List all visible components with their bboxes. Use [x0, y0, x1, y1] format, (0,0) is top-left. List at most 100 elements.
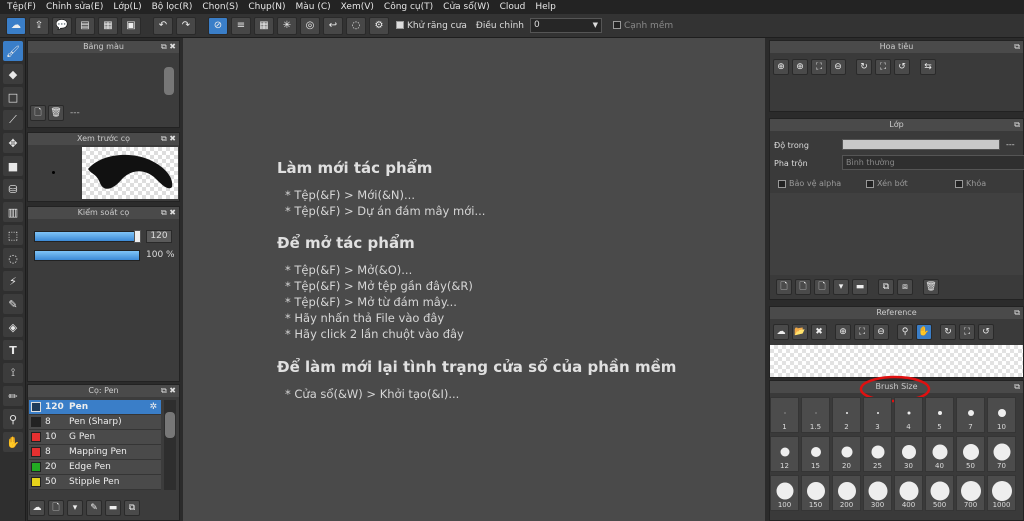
- soft-edge-checkbox[interactable]: Cạnh mềm: [612, 21, 673, 31]
- delete-layer-icon[interactable]: 🗑: [923, 279, 939, 295]
- gradient-tool-icon[interactable]: ▥: [3, 202, 23, 222]
- cloud-icon[interactable]: ☁: [6, 16, 26, 35]
- add-brush-icon[interactable]: ▾: [67, 500, 83, 516]
- cloud-brush-icon[interactable]: ☁: [29, 500, 45, 516]
- magic-wand-tool-icon[interactable]: ⚡: [3, 271, 23, 291]
- menu-help[interactable]: Help: [530, 2, 561, 12]
- brush-size-cell[interactable]: 1.5: [801, 397, 830, 433]
- brush-size-cell[interactable]: 1: [770, 397, 799, 433]
- brush-row-edge-pen[interactable]: 20 Edge Pen: [29, 460, 161, 475]
- add-layer-menu-icon[interactable]: ▾: [833, 279, 849, 295]
- menu-cloud[interactable]: Cloud: [495, 2, 531, 12]
- select-rect-tool-icon[interactable]: ⬚: [3, 225, 23, 245]
- gear-icon[interactable]: ✲: [149, 402, 157, 412]
- redo-icon[interactable]: ↷: [176, 16, 196, 35]
- brush-tool-icon[interactable]: 🖌: [3, 41, 23, 61]
- new-layer-alt-icon[interactable]: 🗋: [795, 279, 811, 295]
- hand-tool-icon[interactable]: ✋: [3, 432, 23, 452]
- hand-select-tool-icon[interactable]: ⟟: [3, 363, 23, 383]
- cloud-reference-icon[interactable]: ☁: [773, 324, 789, 340]
- rotate-icon[interactable]: ↻: [940, 324, 956, 340]
- new-layer-icon[interactable]: 🗋: [776, 279, 792, 295]
- brush-row-pen-sharp[interactable]: 8 Pen (Sharp): [29, 415, 161, 430]
- duplicate-icon[interactable]: ⧉: [124, 500, 140, 516]
- radial-snap-icon[interactable]: ✳: [277, 16, 297, 35]
- brush-size-cell[interactable]: 3: [863, 397, 892, 433]
- brush-opacity-slider[interactable]: [34, 250, 140, 261]
- fit-icon[interactable]: ⛶: [854, 324, 870, 340]
- popout-close-icon[interactable]: ⧉ ✖: [161, 385, 176, 397]
- curve-snap-icon[interactable]: ↩: [323, 16, 343, 35]
- menu-capture[interactable]: Chụp(N): [243, 2, 290, 12]
- menu-layer[interactable]: Lớp(L): [108, 2, 146, 12]
- scroll-thumb[interactable]: [165, 412, 175, 438]
- popout-close-icon[interactable]: ⧉ ✖: [161, 41, 176, 53]
- antialias-checkbox[interactable]: Khử răng cưa: [396, 21, 467, 31]
- brush-row-stipple-pen[interactable]: 50 Stipple Pen: [29, 475, 161, 490]
- clipping-checkbox[interactable]: Xén bớt: [866, 179, 908, 188]
- eyedropper-icon[interactable]: ⚲: [897, 324, 913, 340]
- menu-select[interactable]: Chọn(S): [197, 2, 243, 12]
- new-brush-icon[interactable]: 🗋: [48, 500, 64, 516]
- zoom-in-icon[interactable]: ⊕: [835, 324, 851, 340]
- lock-checkbox[interactable]: Khóa: [955, 179, 986, 188]
- grid-snap-icon[interactable]: ▦: [254, 16, 274, 35]
- brush-size-cell[interactable]: 50: [956, 436, 985, 472]
- brush-size-cell[interactable]: 200: [832, 475, 861, 511]
- bucket-tool-icon[interactable]: ⛁: [3, 179, 23, 199]
- brush-size-handle[interactable]: [134, 230, 141, 243]
- hand-icon[interactable]: ✋: [916, 324, 932, 340]
- pen-icon[interactable]: ✎: [86, 500, 102, 516]
- merge-layer-icon[interactable]: ⧈: [897, 279, 913, 295]
- popout-close-icon[interactable]: ⧉ ✖: [161, 133, 176, 145]
- brush-size-cell[interactable]: 500: [925, 475, 954, 511]
- menu-tools[interactable]: Công cụ(T): [379, 2, 438, 12]
- reset-rotate-icon[interactable]: ⛶: [875, 59, 891, 75]
- brush-size-cell[interactable]: 1000: [987, 475, 1016, 511]
- snap-off-icon[interactable]: ⊘: [208, 16, 228, 35]
- brush-size-cell[interactable]: 300: [863, 475, 892, 511]
- menu-filter[interactable]: Bộ lọc(R): [147, 2, 198, 12]
- duplicate-layer-icon[interactable]: ⧉: [878, 279, 894, 295]
- fit-icon[interactable]: ⛶: [811, 59, 827, 75]
- folder-icon[interactable]: ▬: [105, 500, 121, 516]
- brush-size-slider[interactable]: [34, 231, 140, 242]
- layer-list[interactable]: [770, 193, 1023, 275]
- select-eraser-tool-icon[interactable]: ◈: [3, 317, 23, 337]
- brush-size-cell[interactable]: 5: [925, 397, 954, 433]
- popout-close-icon[interactable]: ⧉ ✖: [161, 207, 176, 219]
- select-pen-tool-icon[interactable]: ✎: [3, 294, 23, 314]
- brush-row-pen[interactable]: 120 Pen ✲: [29, 400, 161, 415]
- undo-icon[interactable]: ↶: [153, 16, 173, 35]
- new-palette-icon[interactable]: 🗋: [30, 105, 46, 121]
- panel-icon[interactable]: ▤: [75, 16, 95, 35]
- chat-icon[interactable]: 💬: [52, 16, 72, 35]
- brush-size-cell[interactable]: 150: [801, 475, 830, 511]
- brush-size-cell[interactable]: 700: [956, 475, 985, 511]
- brush-size-cell[interactable]: 25: [863, 436, 892, 472]
- menu-file[interactable]: Tệp(F): [2, 2, 41, 12]
- popout-icon[interactable]: ⧉: [1014, 307, 1020, 319]
- zoom-out-icon[interactable]: ⊖: [873, 324, 889, 340]
- canvas-area[interactable]: Làm mới tác phẩm * Tệp(&F) > Mới(&N)... …: [183, 38, 765, 521]
- palette-scrollbar[interactable]: [164, 67, 174, 95]
- text-tool-icon[interactable]: T: [3, 340, 23, 360]
- popout-icon[interactable]: ⧉: [1014, 41, 1020, 53]
- brush-size-cell[interactable]: 4: [894, 397, 923, 433]
- menu-view[interactable]: Xem(V): [336, 2, 379, 12]
- window-icon[interactable]: ▣: [121, 16, 141, 35]
- brush-size-cell[interactable]: 7: [956, 397, 985, 433]
- rectangle-tool-icon[interactable]: □: [3, 87, 23, 107]
- brush-size-cell[interactable]: 10: [987, 397, 1016, 433]
- blend-select[interactable]: Bình thường: [842, 155, 1024, 170]
- menu-color[interactable]: Màu (C): [291, 2, 336, 12]
- popout-icon[interactable]: ⧉: [1014, 381, 1020, 393]
- new-layer-8bit-icon[interactable]: 🗋: [814, 279, 830, 295]
- opacity-slider[interactable]: [842, 139, 1000, 150]
- brush-size-cell[interactable]: 400: [894, 475, 923, 511]
- dot-tool-icon[interactable]: ⟋: [3, 110, 23, 130]
- brush-size-cell[interactable]: 40: [925, 436, 954, 472]
- rotate-icon[interactable]: ↻: [856, 59, 872, 75]
- brush-size-cell[interactable]: 100: [770, 475, 799, 511]
- zoom-in-icon[interactable]: ⊕: [773, 59, 789, 75]
